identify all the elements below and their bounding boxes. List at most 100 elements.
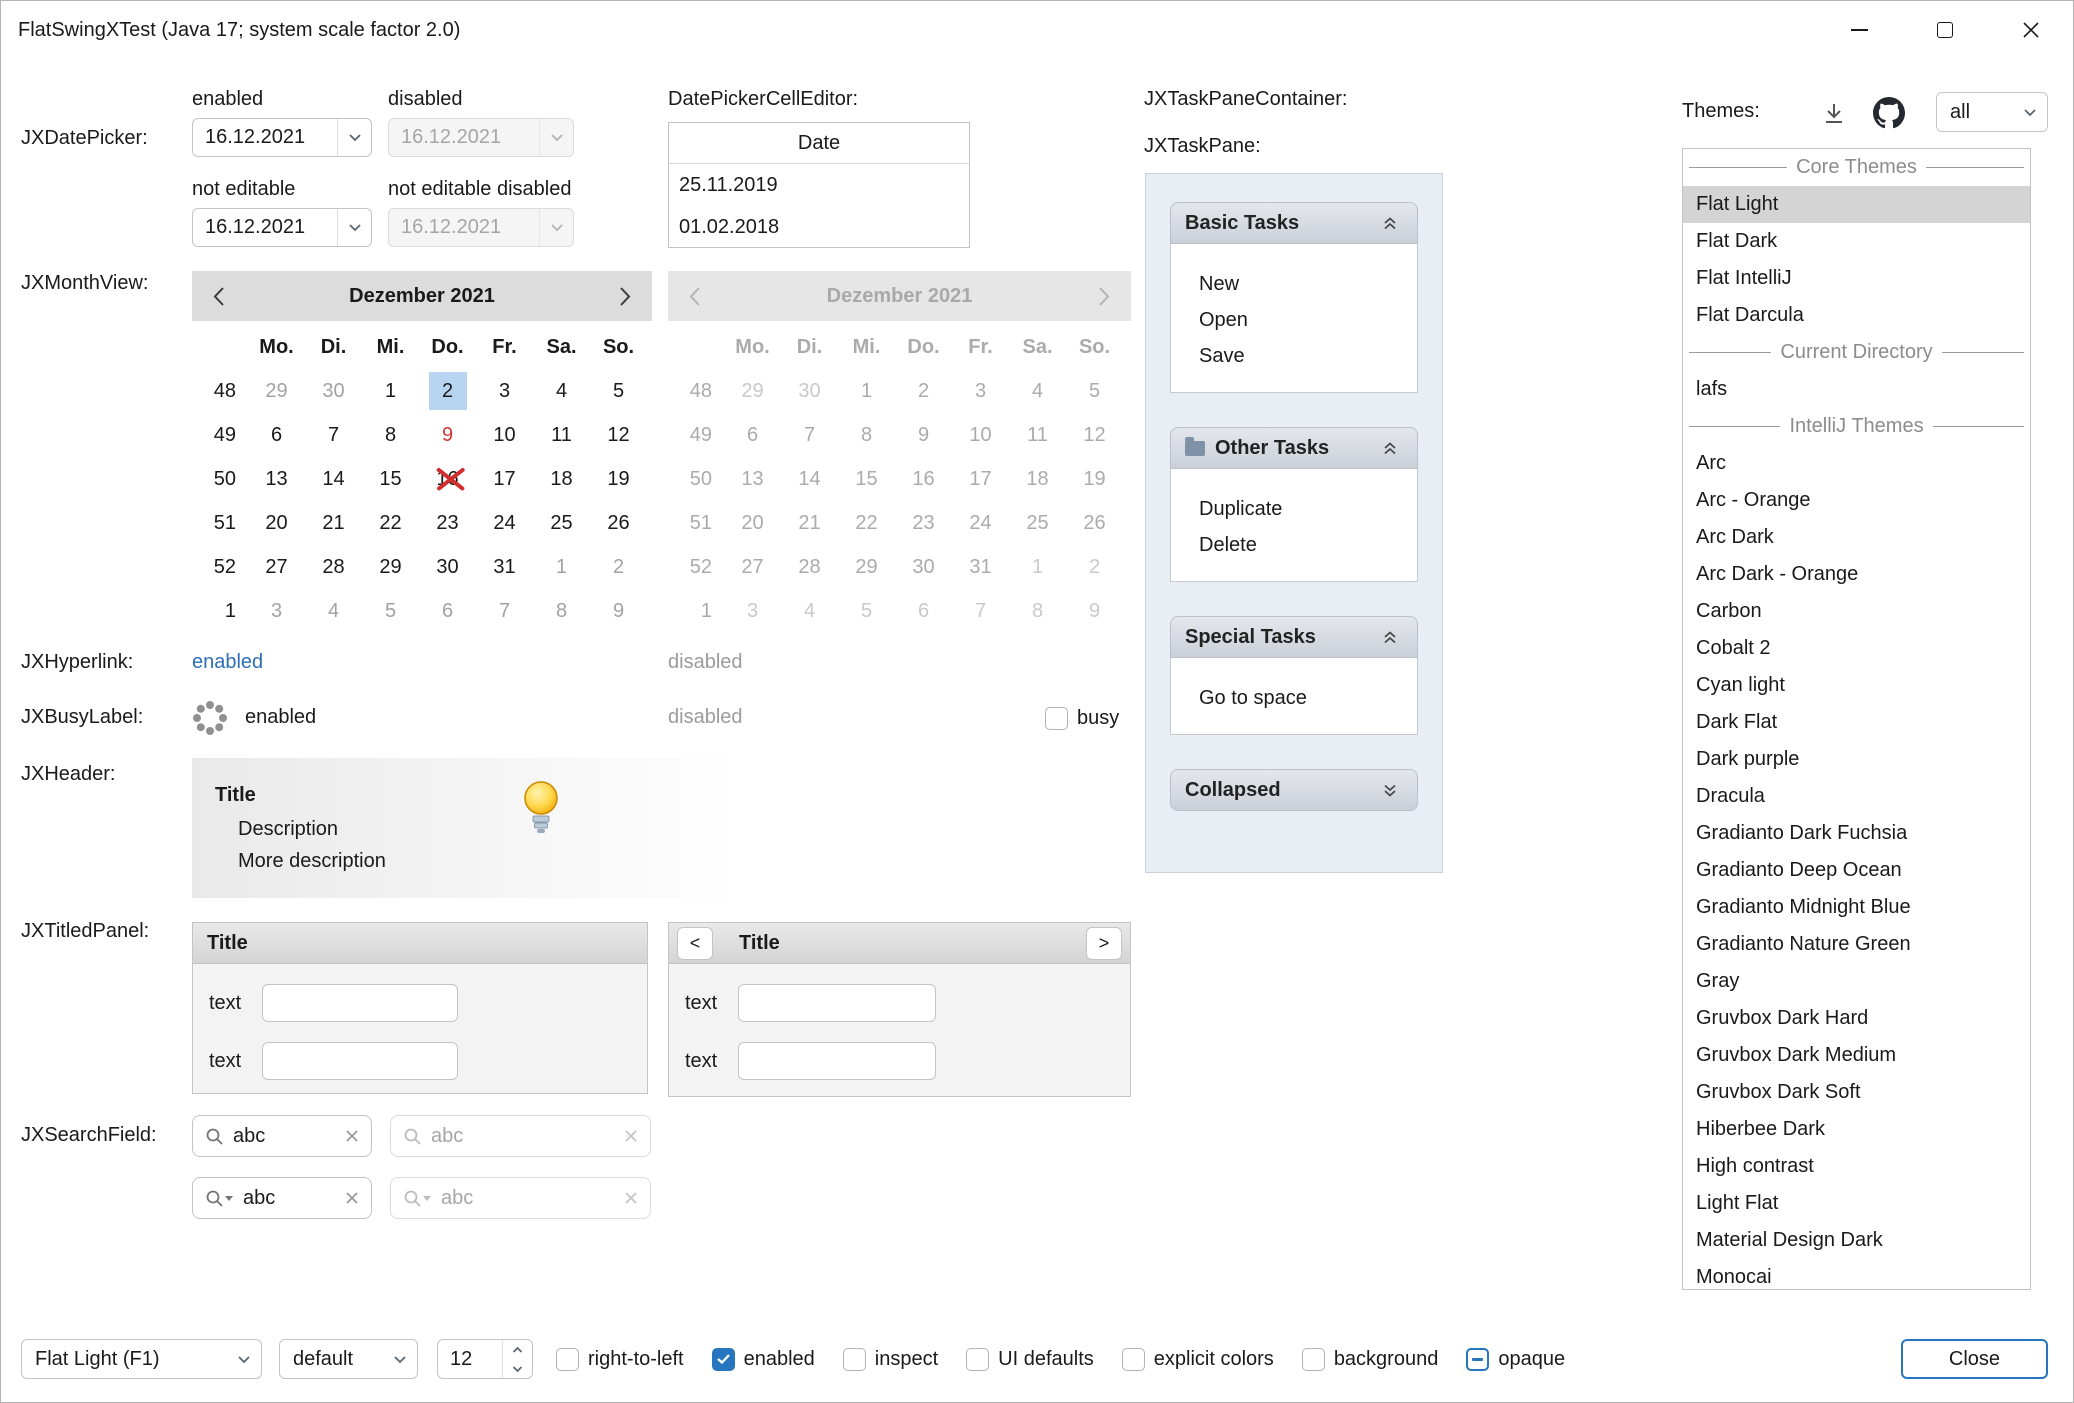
theme-item[interactable]: Hiberbee Dark (1683, 1111, 2030, 1148)
theme-item[interactable]: High contrast (1683, 1148, 2030, 1185)
checkbox-box[interactable] (712, 1348, 735, 1371)
text-input-4[interactable] (738, 1042, 936, 1080)
taskpane-header-special-tasks[interactable]: Special Tasks (1170, 616, 1418, 658)
theme-item[interactable]: Gradianto Nature Green (1683, 926, 2030, 963)
theme-item[interactable]: Gradianto Deep Ocean (1683, 852, 2030, 889)
day-cell[interactable]: 22 (362, 501, 419, 545)
close-window-button[interactable] (1988, 0, 2074, 60)
theme-filter-combo[interactable]: all (1936, 92, 2048, 132)
checkbox-explicit-colors[interactable]: explicit colors (1122, 1348, 1274, 1371)
theme-item[interactable]: lafs (1683, 371, 2030, 408)
day-cell[interactable]: 8 (362, 413, 419, 457)
theme-combo[interactable]: Flat Light (F1) (21, 1339, 262, 1379)
day-cell[interactable]: 2 (419, 369, 476, 413)
taskpane-header-other-tasks[interactable]: Other Tasks (1170, 427, 1418, 469)
checkbox-ui-defaults[interactable]: UI defaults (966, 1348, 1094, 1371)
day-cell[interactable]: 15 (362, 457, 419, 501)
chevron-down-icon[interactable] (337, 209, 371, 246)
task-link-delete[interactable]: Delete (1199, 527, 1417, 563)
github-button[interactable] (1870, 94, 1908, 132)
hyperlink-enabled[interactable]: enabled (192, 651, 263, 674)
day-cell[interactable]: 29 (362, 545, 419, 589)
checkbox-box[interactable] (1045, 707, 1068, 730)
next-month-button[interactable] (619, 286, 632, 307)
theme-item[interactable]: Monocai (1683, 1259, 2030, 1290)
day-cell[interactable]: 12 (590, 413, 647, 457)
day-cell[interactable]: 4 (305, 589, 362, 633)
day-cell[interactable]: 7 (305, 413, 362, 457)
theme-item[interactable]: Cobalt 2 (1683, 630, 2030, 667)
date-column-header[interactable]: Date (669, 123, 969, 164)
theme-item[interactable]: Arc - Orange (1683, 482, 2030, 519)
theme-item[interactable]: Flat Dark (1683, 223, 2030, 260)
date-table-row[interactable]: 25.11.2019 (669, 164, 969, 206)
day-cell[interactable]: 10 (476, 413, 533, 457)
checkbox-box[interactable] (556, 1348, 579, 1371)
chevron-down-icon[interactable] (337, 119, 371, 156)
task-link-new[interactable]: New (1199, 266, 1417, 302)
checkbox-background[interactable]: background (1302, 1348, 1439, 1371)
theme-item[interactable]: Carbon (1683, 593, 2030, 630)
task-link-duplicate[interactable]: Duplicate (1199, 491, 1417, 527)
checkbox-enabled[interactable]: enabled (712, 1348, 815, 1371)
font-size-spinner[interactable]: 12 (437, 1339, 533, 1379)
theme-item[interactable]: Light Flat (1683, 1185, 2030, 1222)
text-input-3[interactable] (738, 984, 936, 1022)
theme-item[interactable]: Arc (1683, 445, 2030, 482)
theme-item[interactable]: Gray (1683, 963, 2030, 1000)
day-cell[interactable]: 30 (419, 545, 476, 589)
busy-checkbox[interactable]: busy (1045, 707, 1119, 730)
text-input-1[interactable] (262, 984, 458, 1022)
maximize-button[interactable] (1902, 0, 1988, 60)
day-cell[interactable]: 11 (533, 413, 590, 457)
datepicker-value[interactable]: 16.12.2021 (193, 209, 337, 246)
day-cell[interactable]: 8 (533, 589, 590, 633)
task-link-save[interactable]: Save (1199, 338, 1417, 374)
search-field-1[interactable]: abc (192, 1115, 372, 1157)
panel-left-button[interactable]: < (677, 927, 713, 960)
day-cell[interactable]: 27 (248, 545, 305, 589)
theme-item[interactable]: Gradianto Dark Fuchsia (1683, 815, 2030, 852)
day-cell[interactable]: 21 (305, 501, 362, 545)
checkbox-box[interactable] (1302, 1348, 1325, 1371)
theme-item[interactable]: Gruvbox Dark Soft (1683, 1074, 2030, 1111)
checkbox-right-to-left[interactable]: right-to-left (556, 1348, 684, 1371)
theme-item[interactable]: Arc Dark - Orange (1683, 556, 2030, 593)
date-table[interactable]: Date 25.11.201901.02.2018 (668, 122, 970, 248)
checkbox-opaque[interactable]: opaque (1466, 1348, 1565, 1371)
search-field-3[interactable]: abc (192, 1177, 372, 1219)
datepicker-value[interactable]: 16.12.2021 (193, 119, 337, 156)
collapse-icon[interactable] (1377, 435, 1403, 461)
theme-item[interactable]: Flat Darcula (1683, 297, 2030, 334)
theme-item[interactable]: Dracula (1683, 778, 2030, 815)
search-input[interactable]: abc (243, 1187, 336, 1210)
spinner-up-icon[interactable] (503, 1340, 532, 1359)
day-cell[interactable]: 17 (476, 457, 533, 501)
day-cell[interactable]: 23 (419, 501, 476, 545)
monthview-enabled[interactable]: Dezember 2021 Mo.Di.Mi.Do.Fr.Sa.So.48293… (192, 271, 652, 633)
theme-item[interactable]: Cyan light (1683, 667, 2030, 704)
minimize-button[interactable] (1816, 0, 1902, 60)
day-cell[interactable]: 5 (590, 369, 647, 413)
day-cell[interactable]: 20 (248, 501, 305, 545)
day-cell[interactable]: 26 (590, 501, 647, 545)
task-link-open[interactable]: Open (1199, 302, 1417, 338)
collapse-icon[interactable] (1377, 210, 1403, 236)
day-cell[interactable]: 13 (248, 457, 305, 501)
clear-icon[interactable] (345, 1191, 359, 1205)
day-cell[interactable]: 1 (362, 369, 419, 413)
taskpane-header-collapsed[interactable]: Collapsed (1170, 769, 1418, 811)
theme-item[interactable]: Gruvbox Dark Hard (1683, 1000, 2030, 1037)
day-cell[interactable]: 7 (476, 589, 533, 633)
datepicker-not-editable[interactable]: 16.12.2021 (192, 208, 372, 247)
expand-icon[interactable] (1377, 777, 1403, 803)
day-cell[interactable]: 18 (533, 457, 590, 501)
theme-item[interactable]: Arc Dark (1683, 519, 2030, 556)
search-with-menu-icon[interactable] (205, 1189, 234, 1208)
day-cell[interactable]: 31 (476, 545, 533, 589)
day-cell[interactable]: 9 (419, 413, 476, 457)
search-input[interactable]: abc (233, 1125, 336, 1148)
font-size-value[interactable]: 12 (438, 1340, 502, 1378)
collapse-icon[interactable] (1377, 624, 1403, 650)
day-cell[interactable]: 5 (362, 589, 419, 633)
